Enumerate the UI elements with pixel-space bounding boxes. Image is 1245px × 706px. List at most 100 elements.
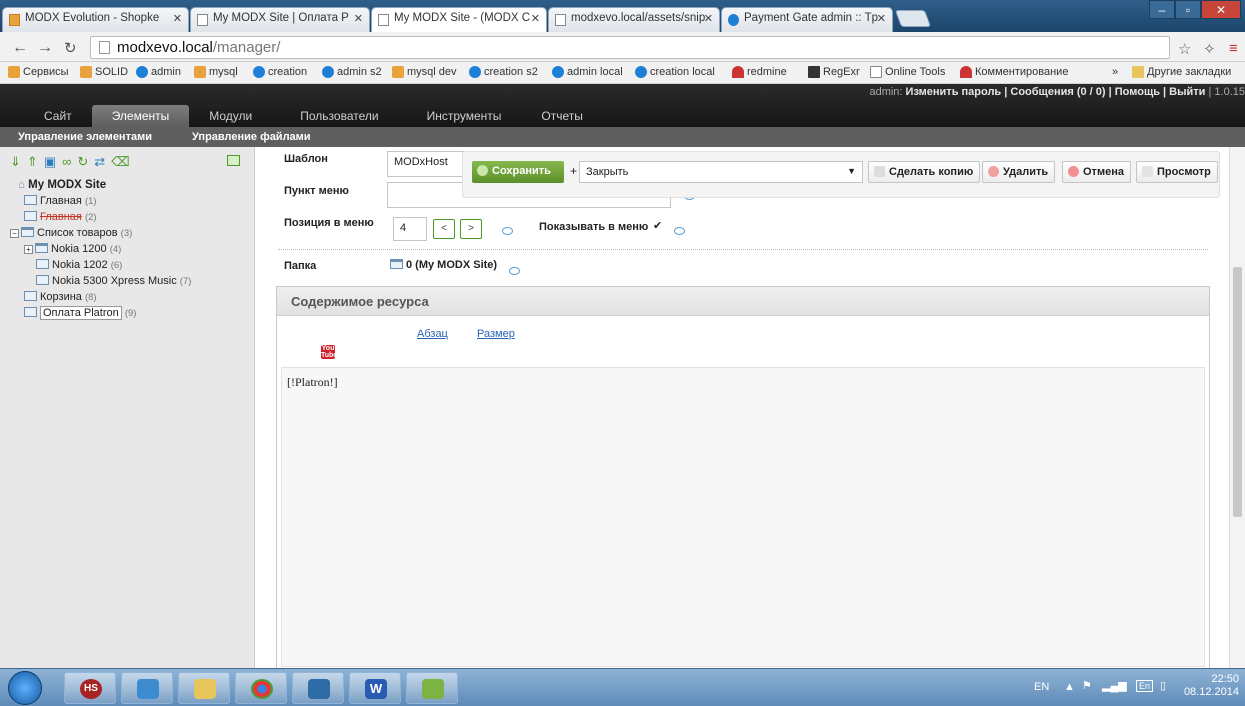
start-button[interactable] bbox=[8, 671, 42, 705]
close-icon[interactable]: ✕ bbox=[531, 12, 540, 25]
extension-icon[interactable]: ✧ bbox=[1203, 40, 1216, 58]
nav-tools[interactable]: Инструменты bbox=[399, 105, 522, 127]
maximize-icon[interactable]: ▫ bbox=[1175, 0, 1201, 19]
close-icon[interactable]: ✕ bbox=[173, 12, 182, 25]
tray-expand-icon[interactable]: ▲ bbox=[1064, 681, 1075, 693]
bookmark-item[interactable]: creation local bbox=[635, 66, 715, 78]
paragraph-format-link[interactable]: Абзац bbox=[417, 328, 448, 340]
bookmark-item[interactable]: admin bbox=[136, 66, 181, 78]
tree-node-folder[interactable]: − Список товаров (3) bbox=[10, 227, 132, 239]
expand-all-icon[interactable]: ⇓ bbox=[10, 154, 21, 170]
delete-button[interactable]: Удалить bbox=[982, 161, 1056, 183]
expand-icon[interactable]: + bbox=[24, 245, 33, 254]
scrollbar-thumb[interactable] bbox=[1233, 267, 1242, 517]
browser-tab[interactable]: modxevo.local/assets/snip ✕ bbox=[548, 7, 720, 32]
show-in-menu-checkbox[interactable]: ✔ bbox=[653, 219, 662, 232]
url-input[interactable]: modxevo.local/manager/ bbox=[90, 36, 1170, 59]
nav-site[interactable]: Сайт bbox=[24, 105, 92, 127]
user-links[interactable]: Изменить пароль | Сообщения (0 / 0) | По… bbox=[906, 86, 1206, 98]
sort-icon[interactable]: ⇄ bbox=[94, 154, 105, 170]
bookmarks-overflow[interactable]: » bbox=[1112, 66, 1118, 78]
tree-node[interactable]: Корзина (8) bbox=[24, 291, 97, 303]
device-icon[interactable]: ▯ bbox=[1160, 679, 1166, 692]
subnav-manage-files[interactable]: Управление файлами bbox=[192, 131, 311, 143]
tree-node[interactable]: Главная (1) bbox=[24, 195, 97, 207]
browser-tab[interactable]: MODX Evolution - Shopke ✕ bbox=[2, 7, 189, 32]
forward-icon[interactable]: → bbox=[37, 39, 53, 57]
nav-users[interactable]: Пользователи bbox=[272, 105, 398, 127]
content-editor[interactable]: [!Platron!] bbox=[281, 367, 1205, 667]
preview-button[interactable]: Просмотр bbox=[1136, 161, 1218, 183]
taskbar-app[interactable] bbox=[292, 672, 344, 704]
window-close-icon[interactable]: ✕ bbox=[1201, 0, 1241, 19]
menu-position-prev-button[interactable]: < bbox=[433, 219, 455, 239]
taskbar-app[interactable]: HS bbox=[64, 672, 116, 704]
new-link-icon[interactable]: ∞ bbox=[62, 154, 71, 170]
tree-root[interactable]: ⌂ My MODX Site bbox=[18, 179, 106, 191]
star-icon[interactable]: ☆ bbox=[1178, 40, 1191, 58]
bookmark-item[interactable]: creation s2 bbox=[469, 66, 538, 78]
help-icon[interactable] bbox=[674, 227, 685, 235]
taskbar-app[interactable]: W bbox=[349, 672, 401, 704]
taskbar-app[interactable] bbox=[235, 672, 287, 704]
tree-node-folder[interactable]: + Nokia 1200 (4) bbox=[24, 243, 121, 255]
bookmark-folder[interactable]: Другие закладки bbox=[1132, 66, 1231, 78]
taskbar-app[interactable] bbox=[406, 672, 458, 704]
close-icon[interactable]: ✕ bbox=[354, 12, 363, 25]
flag-icon[interactable]: ⚑ bbox=[1082, 679, 1092, 692]
youtube-icon[interactable]: You Tube bbox=[321, 345, 337, 359]
new-resource-icon[interactable]: ▣ bbox=[44, 154, 56, 170]
font-size-link[interactable]: Размер bbox=[477, 328, 515, 340]
browser-tab-active[interactable]: My MODX Site - (MODX C ✕ bbox=[371, 7, 547, 32]
bookmark-item[interactable]: Сервисы bbox=[8, 66, 69, 78]
bookmark-item[interactable]: Online Tools bbox=[870, 66, 945, 78]
menu-position-input[interactable]: 4 bbox=[393, 217, 427, 241]
close-icon[interactable]: ✕ bbox=[704, 12, 713, 25]
keyboard-lang-icon[interactable]: En bbox=[1136, 680, 1154, 692]
tree-node[interactable]: Nokia 1202 (6) bbox=[36, 259, 122, 271]
bookmark-item[interactable]: mysql dev bbox=[392, 66, 457, 78]
bookmark-item[interactable]: Комментирование bbox=[960, 66, 1068, 78]
save-button[interactable]: Сохранить bbox=[472, 161, 564, 183]
back-icon[interactable]: ← bbox=[12, 39, 28, 57]
subnav-manage-elements[interactable]: Управление элементами bbox=[18, 131, 152, 143]
menu-position-next-button[interactable]: > bbox=[460, 219, 482, 239]
bookmark-item[interactable]: SOLID bbox=[80, 66, 128, 78]
taskbar-app[interactable] bbox=[121, 672, 173, 704]
menu-icon[interactable]: ≡ bbox=[1229, 40, 1238, 57]
minimize-icon[interactable]: – bbox=[1149, 0, 1175, 19]
page-scrollbar[interactable] bbox=[1229, 147, 1245, 668]
bookmark-item[interactable]: admin local bbox=[552, 66, 623, 78]
collapse-all-icon[interactable]: ⇑ bbox=[27, 154, 38, 170]
help-icon[interactable] bbox=[502, 227, 513, 235]
clock[interactable]: 22:50 08.12.2014 bbox=[1184, 673, 1239, 699]
tree-node[interactable]: Nokia 5300 Xpress Music (7) bbox=[36, 275, 191, 287]
help-icon[interactable] bbox=[509, 267, 520, 275]
nav-modules[interactable]: Модули bbox=[189, 105, 272, 127]
bookmark-item[interactable]: RegExr bbox=[808, 66, 860, 78]
collapse-icon[interactable]: − bbox=[10, 229, 19, 238]
after-save-select[interactable]: Закрыть ▼ bbox=[579, 161, 863, 183]
browser-tab[interactable]: My MODX Site | Оплата P ✕ bbox=[190, 7, 370, 32]
bookmark-item[interactable]: mysql bbox=[194, 66, 238, 78]
nav-elements[interactable]: Элементы bbox=[91, 105, 190, 127]
hide-tree-icon[interactable] bbox=[227, 155, 240, 166]
reload-icon[interactable]: ↻ bbox=[64, 39, 77, 57]
language-indicator[interactable]: EN bbox=[1034, 681, 1049, 693]
trash-icon[interactable]: ⌫ bbox=[111, 154, 129, 170]
nav-reports[interactable]: Отчеты bbox=[521, 105, 602, 127]
browser-tab[interactable]: Payment Gate admin :: Tp ✕ bbox=[721, 7, 893, 32]
signal-icon[interactable]: ▂▄▆ bbox=[1102, 679, 1127, 692]
bookmark-item[interactable]: redmine bbox=[732, 66, 787, 78]
cancel-button[interactable]: Отмена bbox=[1062, 161, 1131, 183]
close-icon[interactable]: ✕ bbox=[877, 12, 886, 25]
bookmark-item[interactable]: admin s2 bbox=[322, 66, 382, 78]
taskbar-app[interactable] bbox=[178, 672, 230, 704]
refresh-icon[interactable]: ↻ bbox=[77, 154, 88, 170]
parent-folder-value[interactable]: 0 (My MODX Site) bbox=[390, 259, 497, 271]
tree-node-deleted[interactable]: Главная (2) bbox=[24, 211, 97, 223]
new-tab-button[interactable] bbox=[894, 10, 932, 27]
duplicate-button[interactable]: Сделать копию bbox=[868, 161, 981, 183]
bookmark-item[interactable]: creation bbox=[253, 66, 307, 78]
tree-node-selected[interactable]: Оплата Platron (9) bbox=[24, 306, 136, 320]
